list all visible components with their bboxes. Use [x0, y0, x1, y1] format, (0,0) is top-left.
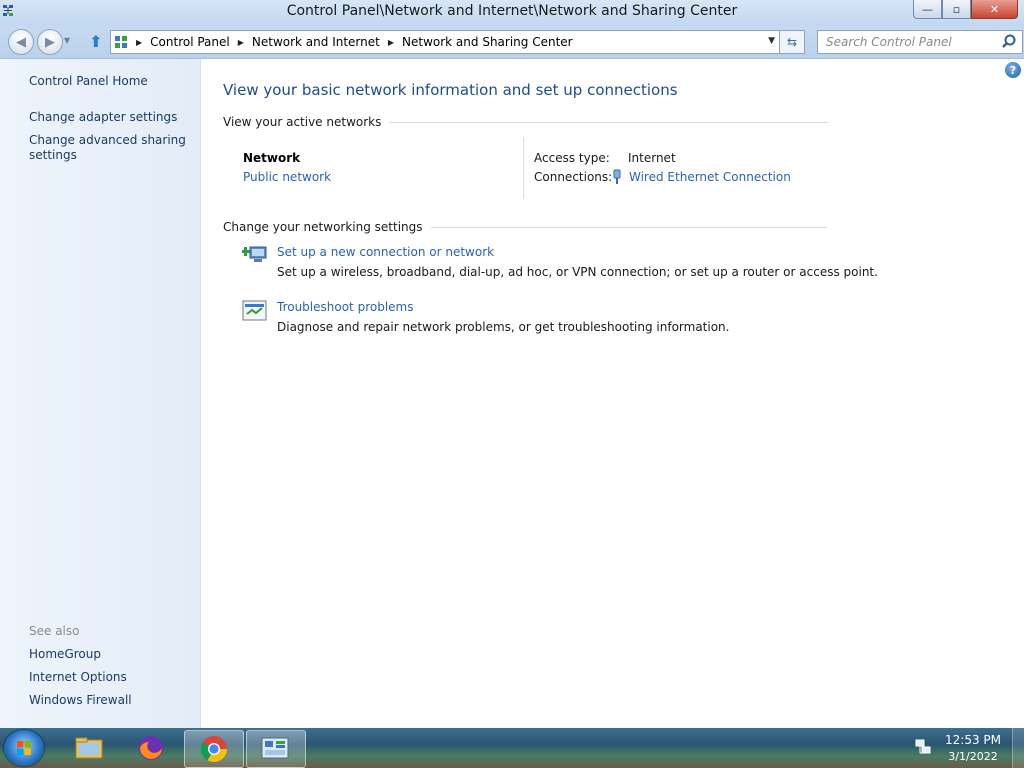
maximize-button[interactable]: ▫: [942, 0, 971, 19]
close-button[interactable]: ✕: [971, 0, 1018, 19]
left-task-pane: Control Panel Home Change adapter settin…: [0, 59, 201, 728]
ethernet-icon: [613, 169, 621, 184]
chevron-right-icon[interactable]: ▶: [238, 38, 244, 47]
set-up-new-connection-description: Set up a wireless, broadband, dial-up, a…: [277, 265, 878, 279]
forward-arrow-icon: ▶: [45, 34, 55, 50]
active-networks-header: View your active networks: [223, 115, 830, 129]
back-arrow-icon: ◀: [16, 34, 26, 50]
address-bar[interactable]: ▶ Control Panel ▶ Network and Internet ▶…: [110, 30, 780, 54]
close-icon: ✕: [989, 2, 1000, 16]
taskbar-control-panel[interactable]: [246, 730, 306, 768]
troubleshoot-icon: [242, 300, 267, 321]
search-input[interactable]: [824, 34, 1000, 50]
control-panel-icon: [115, 36, 127, 48]
title-bar: Control Panel\Network and Internet\Netwo…: [0, 0, 1024, 26]
recent-pages-dropdown[interactable]: ▼: [64, 36, 70, 45]
taskbar-chrome[interactable]: [184, 730, 244, 768]
access-type-value: Internet: [628, 151, 676, 165]
file-explorer-icon: [75, 737, 103, 759]
address-dropdown-icon[interactable]: ▼: [768, 36, 775, 46]
taskbar-file-explorer[interactable]: [60, 730, 118, 766]
connections-label: Connections:: [534, 170, 613, 184]
section-divider: [389, 121, 830, 123]
maximize-icon: ▫: [952, 2, 961, 16]
change-advanced-sharing-settings-link[interactable]: Change advanced sharing settings: [29, 133, 189, 163]
troubleshoot-problems-description: Diagnose and repair network problems, or…: [277, 320, 730, 334]
networking-settings-label: Change your networking settings: [223, 220, 423, 234]
chrome-icon: [200, 736, 228, 763]
breadcrumb-network-and-sharing-center[interactable]: Network and Sharing Center: [402, 35, 573, 49]
set-up-new-connection-link[interactable]: Set up a new connection or network: [277, 245, 494, 259]
refresh-icon: ⇆: [786, 35, 798, 49]
search-box[interactable]: [817, 30, 1023, 54]
windows-firewall-link[interactable]: Windows Firewall: [29, 693, 189, 708]
back-button[interactable]: ◀: [8, 29, 34, 55]
active-networks-label: View your active networks: [223, 115, 382, 129]
minimize-icon: —: [922, 2, 933, 16]
minimize-button[interactable]: —: [913, 0, 942, 19]
new-connection-icon: [242, 246, 267, 262]
search-icon[interactable]: [1000, 33, 1018, 51]
internet-options-link[interactable]: Internet Options: [29, 670, 189, 685]
page-title: View your basic network information and …: [223, 81, 678, 99]
see-also-label: See also: [29, 624, 80, 638]
network-type-link[interactable]: Public network: [243, 170, 331, 184]
clock-time[interactable]: 12:53 PM: [938, 733, 1008, 747]
clock-date[interactable]: 3/1/2022: [938, 750, 1008, 763]
chevron-right-icon[interactable]: ▶: [388, 38, 394, 47]
up-button[interactable]: ⬆: [86, 31, 106, 51]
navigation-bar: ◀ ▶ ▼ ⬆ ▶ Control Panel ▶ Network and In…: [0, 26, 1024, 59]
firefox-icon: [139, 736, 163, 760]
window-title: Control Panel\Network and Internet\Netwo…: [286, 3, 738, 19]
windows-logo-icon: [17, 741, 31, 755]
wired-ethernet-connection-link[interactable]: Wired Ethernet Connection: [629, 170, 791, 184]
network-tray-icon[interactable]: [914, 738, 932, 756]
control-panel-icon: [261, 737, 289, 759]
control-panel-home-link[interactable]: Control Panel Home: [29, 74, 189, 89]
troubleshoot-problems-link[interactable]: Troubleshoot problems: [277, 300, 413, 314]
network-divider: [523, 137, 524, 199]
start-button[interactable]: [4, 730, 44, 766]
refresh-button[interactable]: ⇆: [779, 30, 805, 54]
breadcrumb-network-and-internet[interactable]: Network and Internet: [252, 35, 380, 49]
up-arrow-icon: ⬆: [89, 31, 103, 51]
taskbar: [0, 728, 1024, 768]
help-icon[interactable]: ?: [1005, 62, 1021, 78]
window-controls: — ▫ ✕: [913, 0, 1018, 20]
taskbar-firefox[interactable]: [122, 730, 180, 766]
homegroup-link[interactable]: HomeGroup: [29, 647, 189, 662]
change-adapter-settings-link[interactable]: Change adapter settings: [29, 110, 189, 125]
section-divider: [430, 226, 827, 228]
breadcrumb-control-panel[interactable]: Control Panel: [150, 35, 230, 49]
networking-settings-header: Change your networking settings: [223, 220, 827, 234]
show-desktop-button[interactable]: [1012, 728, 1024, 768]
network-name: Network: [243, 151, 301, 165]
forward-button[interactable]: ▶: [37, 29, 63, 55]
chevron-right-icon[interactable]: ▶: [136, 38, 142, 47]
access-type-label: Access type:: [534, 151, 610, 165]
